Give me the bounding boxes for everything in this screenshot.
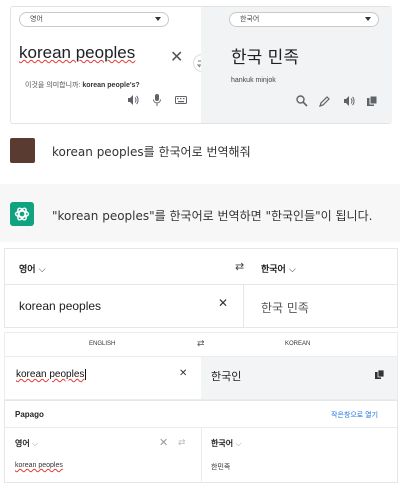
target-language-select[interactable]: 한국어 — [229, 12, 379, 27]
widget-translation-output: 한국 민족 — [261, 301, 309, 315]
papago-mini-widget: ENGLISH ⇄ KOREAN korean peoples ✕ 한국인 — [4, 332, 398, 400]
open-small-window-link[interactable]: 작은창으로 열기 — [331, 410, 378, 420]
search-button[interactable] — [296, 95, 308, 107]
keyboard-button[interactable] — [175, 96, 187, 104]
chevron-down-icon: ⌵ — [38, 265, 46, 275]
papago-title: Papago — [15, 410, 44, 419]
papago-clear-button[interactable]: ✕ — [159, 436, 168, 449]
chevron-down-icon — [365, 17, 371, 21]
chevron-down-icon: ⌵ — [31, 439, 39, 448]
widget-divider — [243, 285, 244, 327]
source-text: korean peoples — [19, 43, 136, 62]
target-language-label: 한국어 — [240, 16, 260, 23]
papago-source-language-label: 영어 — [15, 439, 30, 448]
close-icon: ✕ — [170, 49, 184, 66]
chevron-down-icon — [155, 17, 161, 21]
widget-source-input[interactable]: korean peoples — [19, 299, 101, 313]
translation-output: 한국 민족 — [231, 48, 299, 68]
papago-target-language-label: 한국어 — [211, 439, 234, 448]
translate-widget: 영어 ⌵ ⇄ 한국어 ⌵ korean peoples ✕ 한국 민족 — [4, 248, 398, 328]
chevron-down-icon: ⌵ — [235, 439, 242, 448]
did-you-mean-suggestion[interactable]: korean people's? — [82, 82, 139, 89]
copy-icon — [367, 95, 378, 106]
papago-output: 한민족 — [211, 463, 231, 471]
papago-mini-source-lang[interactable]: ENGLISH — [89, 341, 115, 347]
speaker-icon — [128, 95, 139, 105]
papago-column-divider — [201, 428, 202, 482]
close-icon: ✕ — [159, 437, 169, 449]
google-translate-panel: 영어 korean peoples ✕ 이것을 의미합니까: korean pe… — [10, 6, 392, 124]
copy-icon — [375, 370, 384, 379]
translation-pane: 한국어 한국 민족 hankuk minjok — [201, 7, 392, 123]
papago-mini-source-text: korean peoples — [16, 369, 85, 380]
user-message: korean peoples를 한국어로 번역해줘 — [52, 145, 251, 159]
close-icon: ✕ — [179, 368, 188, 379]
clear-source-button[interactable]: ✕ — [170, 47, 183, 67]
papago-mini-source-input[interactable]: korean peoples — [16, 369, 87, 380]
source-language-select[interactable]: 영어 — [19, 12, 169, 27]
widget-target-language-label: 한국어 — [261, 265, 286, 275]
papago-mini-output: 한국인 — [211, 370, 242, 383]
papago-mini-copy-button[interactable] — [375, 370, 384, 379]
papago-source-text: korean peoples — [15, 462, 63, 469]
did-you-mean-label: 이것을 의미합니까: — [25, 82, 81, 89]
speaker-icon — [344, 96, 355, 106]
target-listen-button[interactable] — [343, 96, 355, 106]
widget-source-language[interactable]: 영어 ⌵ — [19, 262, 46, 275]
papago-source-language[interactable]: 영어 ⌵ — [15, 438, 38, 449]
close-icon: ✕ — [218, 296, 229, 310]
widget-swap-button[interactable]: ⇄ — [235, 260, 244, 273]
swap-icon: ⇄ — [178, 437, 186, 447]
microphone-button[interactable] — [153, 94, 161, 106]
source-text-input[interactable]: korean peoples — [19, 43, 135, 63]
did-you-mean: 이것을 의미합니까: korean people's? — [25, 80, 140, 90]
source-listen-button[interactable] — [127, 95, 139, 105]
papago-swap-button[interactable]: ⇄ — [178, 437, 186, 448]
keyboard-icon — [175, 96, 187, 104]
mic-icon — [153, 94, 161, 106]
widget-source-language-label: 영어 — [19, 265, 36, 275]
search-icon — [296, 95, 308, 107]
widget-language-bar — [5, 249, 397, 285]
pencil-icon — [319, 96, 330, 107]
edit-button[interactable] — [319, 95, 331, 107]
assistant-message: "korean peoples"를 한국어로 번역하면 "한국인들"이 됩니다. — [52, 209, 373, 223]
romanization-text: hankuk minjok — [231, 77, 276, 84]
user-avatar — [10, 138, 35, 163]
widget-target-language[interactable]: 한국어 ⌵ — [261, 262, 296, 275]
papago-source-input[interactable]: korean peoples — [15, 462, 63, 469]
papago-mini-swap-button[interactable]: ⇄ — [197, 338, 205, 349]
swap-icon: ⇄ — [235, 261, 245, 273]
widget-clear-button[interactable]: ✕ — [218, 296, 228, 310]
papago-widget: Papago 작은창으로 열기 영어 ⌵ ✕ ⇄ 한국어 ⌵ korean pe… — [4, 400, 398, 483]
text-cursor — [85, 369, 87, 380]
chevron-down-icon: ⌵ — [288, 265, 296, 275]
source-language-label: 영어 — [30, 16, 43, 23]
copy-button[interactable] — [366, 95, 378, 107]
papago-mini-target-lang[interactable]: KOREAN — [285, 341, 310, 347]
papago-mini-clear-button[interactable]: ✕ — [179, 368, 187, 379]
papago-target-language[interactable]: 한국어 ⌵ — [211, 438, 241, 449]
swap-icon: ⇄ — [197, 338, 205, 348]
chatgpt-logo-icon — [10, 202, 34, 226]
